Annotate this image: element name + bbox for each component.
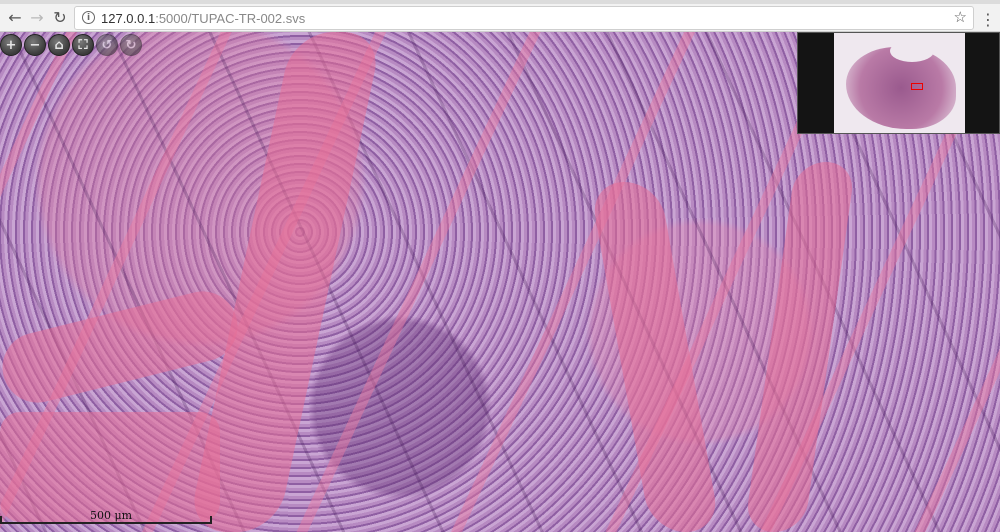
scale-label: 500 μm bbox=[90, 509, 133, 522]
current-viewport-marker[interactable] bbox=[911, 83, 923, 90]
stroma-band bbox=[0, 284, 245, 410]
back-arrow-icon[interactable]: ← bbox=[4, 6, 26, 28]
scale-tick-right bbox=[210, 516, 212, 524]
url-path: :5000/TUPAC-TR-002.svs bbox=[155, 11, 306, 26]
scale-line bbox=[0, 522, 212, 524]
fullscreen-icon[interactable]: ⛶ bbox=[72, 34, 94, 56]
star-icon[interactable]: ☆ bbox=[954, 8, 967, 26]
stroma-band bbox=[0, 412, 220, 522]
scale-tick-left bbox=[0, 516, 2, 524]
reload-icon[interactable]: ↻ bbox=[49, 6, 71, 28]
navigator-minimap[interactable] bbox=[797, 32, 1000, 134]
stroma-band bbox=[743, 162, 857, 532]
tissue-gap bbox=[890, 40, 934, 62]
forward-arrow-icon[interactable]: → bbox=[26, 6, 48, 28]
viewer-controls: + − ⌂ ⛶ ↺ ↻ bbox=[0, 34, 142, 58]
info-icon[interactable]: i bbox=[82, 11, 95, 24]
slide-viewer-canvas[interactable]: + − ⌂ ⛶ ↺ ↻ 500 μm bbox=[0, 32, 1000, 532]
address-bar[interactable]: i 127.0.0.1:5000/TUPAC-TR-002.svs ☆ bbox=[74, 6, 974, 30]
rotate-left-icon[interactable]: ↺ bbox=[96, 34, 118, 56]
zoom-out-icon[interactable]: − bbox=[24, 34, 46, 56]
url-host: 127.0.0.1 bbox=[101, 11, 156, 26]
slide-thumbnail bbox=[834, 33, 965, 133]
scale-bar: 500 μm bbox=[0, 509, 212, 524]
home-icon[interactable]: ⌂ bbox=[48, 34, 70, 56]
browser-toolbar: ← → ↻ i 127.0.0.1:5000/TUPAC-TR-002.svs … bbox=[0, 4, 1000, 32]
stroma-band bbox=[589, 182, 721, 532]
vertical-dots-icon[interactable]: ⋮ bbox=[980, 8, 996, 30]
url-text[interactable]: 127.0.0.1:5000/TUPAC-TR-002.svs bbox=[101, 11, 305, 26]
zoom-in-icon[interactable]: + bbox=[0, 34, 22, 56]
rotate-right-icon[interactable]: ↻ bbox=[120, 34, 142, 56]
